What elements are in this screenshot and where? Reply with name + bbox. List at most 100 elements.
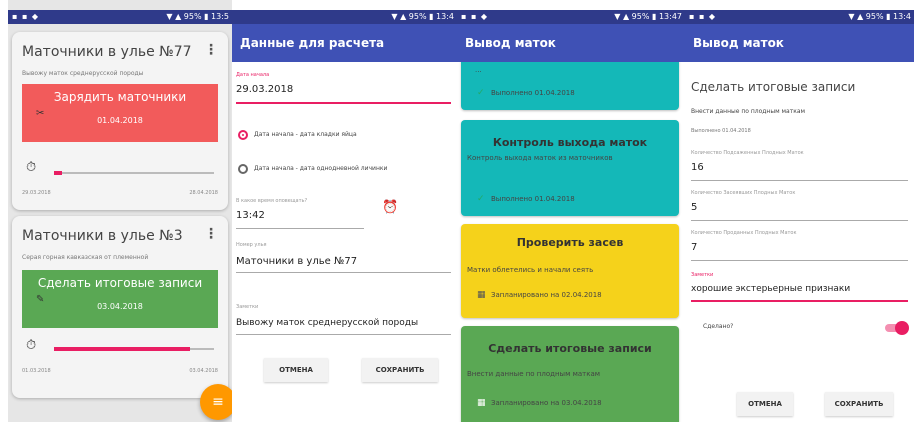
check-icon: ✓ [477,88,485,98]
radio-larva-date-label: Дата начала - дата однодневной личинки [254,165,388,172]
progress-fill [54,347,190,351]
notes-label: Заметки [236,304,259,310]
seeding-queens-field[interactable]: 5 [691,202,697,213]
stopwatch-icon: ⏱ [26,338,37,353]
done-label: Сделано? [703,323,734,330]
task-card-queen-control[interactable]: Контроль выхода маток Контроль выхода ма… [461,120,679,216]
overflow-menu-icon[interactable]: ⋮ [204,226,218,242]
notes-underline [236,334,451,335]
task-title: Проверить засев [516,236,624,249]
app-bar-title: Данные для расчета [232,24,457,62]
screen-calc-form: ▼ ▲ 95% ▮ 13:4 Данные для расчета Дата н… [232,0,457,422]
radio-larva-date[interactable] [238,164,248,174]
task-title: Сделать итоговые записи [488,342,652,355]
task-card-completed[interactable]: ... ✓ Выполнено 01.04.2018 [461,58,679,110]
end-date: 28.04.2018 [189,190,218,196]
start-date-label: Дата начала [236,72,270,78]
start-date: 29.03.2018 [22,190,51,196]
status-icons-right: ▼ ▲ 95% ▮ 13:4 [848,12,911,21]
hive-name-label: Номер улья [236,242,267,248]
seeding-queens-underline [691,220,908,221]
task-status: Запланировано на 03.04.2018 [491,399,602,407]
screen-hive-list: ▪ ▪ ◆ ▼ ▲ 95% ▮ 13:5 Маточники в улье №7… [8,0,232,422]
progress-fill [54,171,62,175]
hive-card-subtitle: Серая горная кавказская от племенной [22,254,149,261]
alarm-clock-icon[interactable]: ⏰ [382,200,398,215]
planted-queens-field[interactable]: 16 [691,162,704,173]
planted-queens-underline [691,180,908,181]
save-button[interactable]: СОХРАНИТЬ [362,358,438,382]
hive-card-77[interactable]: Маточники в улье №77 ⋮ Вывожу маток сред… [12,32,228,210]
time-field[interactable]: 13:42 [236,210,265,221]
seeding-queens-label: Количество Засеявших Плодных Маток [691,190,796,196]
task-done-date: Выполнено 01.04.2018 [691,128,751,134]
sold-queens-field[interactable]: 7 [691,242,697,253]
task-subtitle: Матки облетелись и начали сеять [467,266,594,274]
hive-card-title: Маточники в улье №77 [22,44,192,60]
calendar-icon: ▦ [477,290,486,300]
task-description: Внести данные по плодным маткам [691,108,806,115]
hive-name-field[interactable]: Маточники в улье №77 [236,256,357,267]
task-heading: Сделать итоговые записи [691,80,856,94]
radio-egg-date-label: Дата начала - дата кладки яйца [254,131,357,138]
cancel-button[interactable]: ОТМЕНА [737,392,793,416]
done-toggle[interactable] [885,321,909,335]
status-bar: ▪ ▪ ◆ ▼ ▲ 95% ▮ 13:47 [457,10,685,24]
progress-track [54,171,214,175]
task-subtitle: Контроль выхода маток из маточников [467,154,613,162]
status-bar: ▼ ▲ 95% ▮ 13:4 [232,10,457,24]
task-card-check-seeding[interactable]: Проверить засев Матки облетелись и начал… [461,224,679,318]
status-icons-left: ▪ ▪ ◆ [12,12,40,21]
status-icons-left: ▪ ▪ ◆ [689,12,717,21]
planted-queens-label: Количество Подсаженных Плодных Маток [691,150,804,156]
current-task-block[interactable]: ✂ Зарядить маточники 01.04.2018 [22,84,218,142]
start-date-underline [236,102,451,104]
notes-field[interactable]: Вывожу маток среднерусской породы [236,318,418,328]
sold-queens-label: Количество Проданных Плодных Маток [691,230,797,236]
overflow-menu-icon[interactable]: ⋮ [204,42,218,58]
current-task-title: Зарядить маточники [53,90,187,104]
current-task-date: 03.04.2018 [97,302,143,311]
menu-fab[interactable]: ≡ [200,384,232,420]
cancel-button[interactable]: ОТМЕНА [264,358,328,382]
task-card-final-records[interactable]: Сделать итоговые записи Внести данные по… [461,326,679,422]
current-task-block[interactable]: ✎ Сделать итоговые записи 03.04.2018 [22,270,218,328]
start-date: 01.03.2018 [22,368,51,374]
hive-card-subtitle: Вывожу маток среднерусской породы [22,70,144,77]
task-header-cut: ... [475,66,482,74]
task-title: Контроль выхода маток [492,136,648,149]
time-underline [236,228,364,229]
task-status: Выполнено 01.04.2018 [491,89,575,97]
notes-field[interactable]: хорошие экстерьерные признаки [691,284,850,294]
check-icon: ✓ [477,194,485,204]
end-date: 03.04.2018 [189,368,218,374]
sold-queens-underline [691,260,908,261]
start-date-field[interactable]: 29.03.2018 [236,84,293,95]
screen-final-records: ▪ ▪ ◆ ▼ ▲ 95% ▮ 13:4 Вывод маток Сделать… [685,0,914,422]
current-task-date: 01.04.2018 [97,116,143,125]
status-bar: ▪ ▪ ◆ ▼ ▲ 95% ▮ 13:4 [685,10,914,24]
status-bar: ▪ ▪ ◆ ▼ ▲ 95% ▮ 13:5 [8,10,232,24]
status-icons-right: ▼ ▲ 95% ▮ 13:5 [166,12,229,21]
notes-label: Заметки [691,272,714,278]
hive-card-title: Маточники в улье №3 [22,228,183,244]
status-icons-right: ▼ ▲ 95% ▮ 13:47 [614,12,682,21]
app-bar-title: Вывод маток [457,24,685,62]
radio-egg-date[interactable] [238,130,248,140]
hive-name-underline [236,272,451,273]
time-label: В какое время оповещать? [236,198,308,204]
notes-underline [691,300,908,302]
task-status: Выполнено 01.04.2018 [491,195,575,203]
hive-card-3[interactable]: Маточники в улье №3 ⋮ Серая горная кавка… [12,216,228,398]
stopwatch-icon: ⏱ [26,160,37,175]
current-task-title: Сделать итоговые записи [37,276,203,290]
status-icons-left: ▪ ▪ ◆ [461,12,489,21]
task-subtitle: Внести данные по плодным маткам [467,370,601,378]
progress-track [54,347,214,351]
screen-task-list: ▪ ▪ ◆ ▼ ▲ 95% ▮ 13:47 ... ✓ Выполнено 01… [457,0,685,422]
status-icons-right: ▼ ▲ 95% ▮ 13:4 [391,12,454,21]
app-bar-title: Вывод маток [685,24,914,62]
task-status: Запланировано на 02.04.2018 [491,291,602,299]
calendar-icon: ▦ [477,398,486,408]
save-button[interactable]: СОХРАНИТЬ [825,392,893,416]
